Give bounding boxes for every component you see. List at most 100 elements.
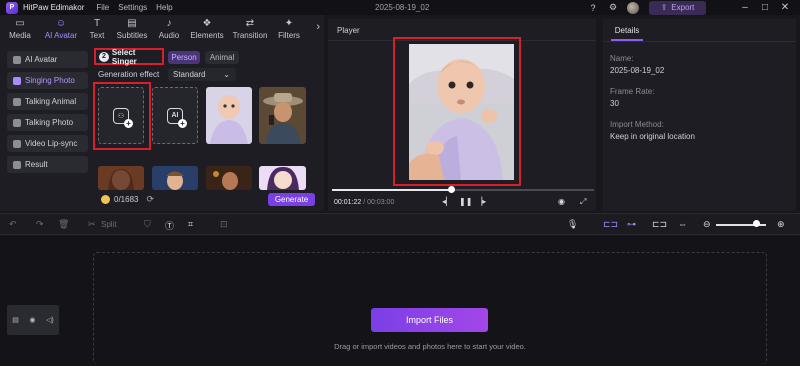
sidebar-item-singing-photo[interactable]: Singing Photo [7, 72, 88, 89]
snapshot-camera-icon[interactable]: ◉ [558, 197, 565, 206]
crop-icon[interactable]: ⌗ [188, 219, 193, 230]
maximize-icon[interactable]: □ [760, 2, 770, 13]
next-frame-icon[interactable]: ▕▸ [476, 197, 486, 206]
details-divider [603, 41, 796, 42]
fullscreen-icon[interactable]: ⤢ [580, 197, 586, 207]
minimize-icon[interactable]: – [740, 2, 750, 13]
coin-icon [101, 194, 110, 204]
text-tool-icon[interactable]: Ⓣ [165, 219, 174, 232]
generation-effect-select[interactable]: Standard ⌄ [168, 68, 236, 81]
track-visibility-eye-icon[interactable]: ◉ [29, 316, 35, 324]
link-clips-icon[interactable]: ⊏⊐ [603, 219, 618, 230]
screenshot-icon[interactable]: ⊡ [220, 219, 228, 230]
import-files-button[interactable]: Import Files [371, 308, 488, 332]
drag-import-hint: Drag or import videos and photos here to… [334, 342, 526, 351]
unlink-icon[interactable]: ⊏⊐ [652, 219, 667, 230]
sidebar-item-talking-animal[interactable]: Talking Animal [7, 93, 88, 110]
ai-avatar-icon: ☺ [55, 17, 67, 29]
pause-icon[interactable]: ❚❚ [459, 197, 472, 206]
sidebar-item-label: AI Avatar [25, 55, 58, 64]
singer-thumbnail-anime[interactable] [259, 166, 306, 190]
microphone-icon[interactable]: 🎙 [567, 219, 578, 230]
sidebar-item-result[interactable]: Result [7, 156, 88, 173]
player-title: Player [337, 26, 360, 35]
previous-frame-icon[interactable]: ◂▏ [442, 197, 452, 206]
split-label[interactable]: Split [101, 220, 117, 229]
close-icon[interactable]: ✕ [780, 2, 790, 13]
undo-icon[interactable]: ↶ [9, 219, 17, 230]
track-audio-icon[interactable]: ◁) [46, 316, 54, 324]
singer-thumbnail-baby[interactable] [206, 87, 252, 144]
help-circle-icon[interactable]: ? [587, 2, 599, 14]
singer-thumbnail-woman[interactable] [98, 166, 144, 190]
track-lock-icon[interactable]: ▤ [12, 316, 19, 324]
singer-thumbnail-cowboy[interactable] [259, 87, 306, 144]
tool-ai-avatar[interactable]: ☺ AI Avatar [40, 15, 82, 43]
select-singer-step: 2 Select Singer [94, 47, 164, 66]
tool-text-label: Text [89, 30, 105, 40]
elements-icon: ❖ [202, 17, 212, 29]
settings-gear-icon[interactable]: ⚙ [607, 2, 619, 14]
sidebar-item-talking-photo[interactable]: Talking Photo [7, 114, 88, 131]
split-scissors-icon[interactable]: ✂ [88, 219, 96, 230]
generate-button[interactable]: Generate [268, 193, 315, 206]
sidebar-item-video-lip-sync[interactable]: Video Lip-sync [7, 135, 88, 152]
music-note-icon: ♪ [166, 17, 172, 29]
magnet-snap-icon[interactable]: ⊶ [627, 219, 636, 230]
credits-counter: 0/1683 [114, 194, 139, 204]
menu-settings[interactable]: Settings [118, 3, 147, 12]
zoom-out-icon[interactable]: ⊖ [703, 219, 711, 230]
tab-person[interactable]: Person [168, 51, 200, 64]
tool-media[interactable]: ▭ Media [0, 15, 40, 43]
tool-transition[interactable]: ⇄ Transition [228, 15, 272, 43]
export-icon: ⇪ [660, 3, 668, 12]
singer-thumbnail-performer[interactable] [206, 166, 252, 190]
zoom-in-icon[interactable]: ⊕ [777, 219, 785, 230]
redo-icon[interactable]: ↷ [36, 219, 44, 230]
shield-icon[interactable]: ⛉ [144, 219, 151, 230]
user-avatar[interactable] [627, 1, 639, 14]
credits-bar: 0/1683 ⟳ Generate [96, 190, 320, 208]
detail-name-value: 2025-08-19_02 [610, 66, 665, 75]
tool-audio[interactable]: ♪ Audio [152, 15, 186, 43]
baby-photo-image [206, 87, 252, 144]
filters-sparkle-icon: ✦ [284, 17, 294, 29]
generation-effect-label: Generation effect [98, 70, 160, 79]
delete-trash-icon[interactable]: 🗑 [58, 219, 69, 230]
playback-progress-fill [332, 189, 452, 191]
tool-subtitles[interactable]: ▤ Subtitles [112, 15, 152, 43]
playback-time: 00:01:22 / 00:03:00 [334, 199, 394, 206]
details-panel: Details Name: 2025-08-19_02 Frame Rate: … [603, 19, 796, 211]
tab-animal[interactable]: Animal [205, 51, 239, 64]
menu-help[interactable]: Help [156, 3, 172, 12]
project-title: 2025-08-19_02 [375, 3, 430, 12]
toolbar-next-chevron-icon[interactable]: › [316, 21, 320, 33]
singing-photo-icon [13, 76, 21, 85]
tool-media-label: Media [9, 30, 31, 40]
talking-photo-icon [13, 118, 21, 127]
playback-progress-bar[interactable] [332, 186, 594, 193]
tool-elements[interactable]: ❖ Elements [186, 15, 228, 43]
singer-thumbnail-boy[interactable] [152, 166, 198, 190]
zoom-slider-handle[interactable] [753, 220, 760, 227]
sidebar-item-ai-avatar[interactable]: AI Avatar [7, 51, 88, 68]
avatar-sidebar: AI Avatar Singing Photo Talking Animal T… [7, 51, 88, 177]
tool-filters[interactable]: ✦ Filters [272, 15, 306, 43]
avatar-icon [13, 55, 21, 64]
refresh-icon[interactable]: ⟳ [146, 194, 154, 205]
fit-timeline-icon[interactable]: ⇔ [678, 219, 687, 229]
track-header: ▤ ◉ ◁) [7, 305, 59, 335]
tab-details[interactable]: Details [611, 21, 643, 41]
timeline-toolbar: ↶ ↷ 🗑 ✂ Split ⛉ Ⓣ ⌗ ⊡ 🎙 ⊏⊐ ⊶ ⊏⊐ ⇔ ⊖ ⊕ [0, 213, 800, 235]
menu-file[interactable]: File [96, 3, 109, 12]
export-button[interactable]: ⇪ Export [649, 0, 706, 15]
player-panel: Player 00:01:22 / 00:03:00 ◂▏ ❚❚ ▕▸ ◉ ⤢ [328, 19, 596, 211]
detail-import-method-value: Keep in original location [610, 132, 695, 141]
tool-filters-label: Filters [278, 30, 300, 40]
select-singer-label: Select Singer [111, 47, 137, 66]
tool-text[interactable]: T Text [82, 15, 112, 43]
anime-singer-image [259, 166, 306, 190]
ai-singer-box[interactable]: AI + [152, 87, 198, 144]
playback-scrubber-handle[interactable] [448, 186, 456, 193]
video-highlight-frame [393, 37, 521, 186]
